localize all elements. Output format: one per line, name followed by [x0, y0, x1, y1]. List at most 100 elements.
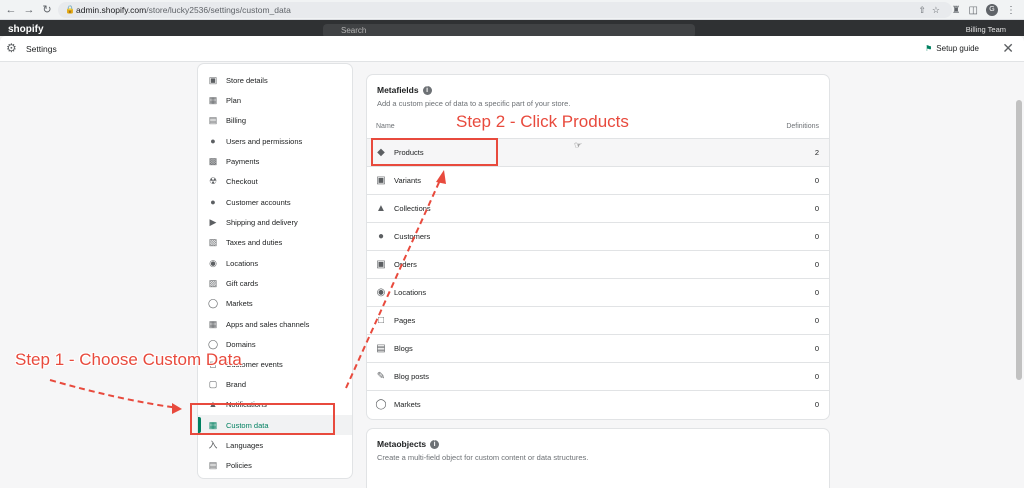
- lock-icon: 🔒: [65, 5, 75, 14]
- sidebar-item-label: Users and permissions: [226, 136, 303, 146]
- metafield-row-collections[interactable]: ▲ Collections 0: [367, 194, 829, 222]
- shopify-topbar: shopify Search Billing Team: [0, 20, 1024, 36]
- menu-dots-icon[interactable]: ⋮: [1006, 5, 1016, 16]
- info-icon[interactable]: i: [422, 86, 432, 96]
- blog-icon: ▤: [376, 342, 386, 354]
- extension-icons: ♜ ◫ G ⋮: [952, 3, 1016, 17]
- sidebar-item-label: Checkout: [226, 176, 258, 186]
- url-path: /store/lucky2536/settings/custom_data: [146, 5, 291, 15]
- metafield-row-customers[interactable]: ● Customers 0: [367, 222, 829, 250]
- orders-icon: ▣: [376, 258, 386, 270]
- metafield-row-variants[interactable]: ▣ Variants 0: [367, 166, 829, 194]
- gear-icon: ⚙: [6, 41, 17, 55]
- metafields-title-text: Metafields: [377, 85, 419, 95]
- user-icon: ●: [210, 136, 216, 146]
- search-input[interactable]: Search: [323, 24, 695, 36]
- sidebar-item-label: Gift cards: [226, 278, 259, 288]
- sidebar-icon[interactable]: ◫: [969, 5, 978, 16]
- location-icon: ◉: [209, 258, 217, 268]
- hand-cursor-icon: ☞: [574, 140, 583, 150]
- sidebar-item-plan[interactable]: ▦ Plan: [198, 90, 352, 110]
- address-bar[interactable]: 🔒 admin.shopify.com/store/lucky2536/sett…: [58, 2, 952, 18]
- page-title: Settings: [26, 44, 57, 54]
- custom-data-highlight-box: [190, 403, 335, 435]
- metaobjects-card: Metaobjects i Create a multi-field object…: [367, 429, 829, 488]
- row-count: 2: [814, 148, 819, 157]
- sidebar-item-billing[interactable]: ▤ Billing: [198, 110, 352, 130]
- metafield-row-pages[interactable]: □ Pages 0: [367, 306, 829, 334]
- sidebar-item-gift-cards[interactable]: ▨ Gift cards: [198, 273, 352, 293]
- sidebar-item-label: Policies: [226, 460, 252, 470]
- sidebar-item-label: Brand: [226, 379, 247, 389]
- row-label: Markets: [394, 400, 421, 409]
- sidebar-item-shipping[interactable]: ▶ Shipping and delivery: [198, 212, 352, 232]
- column-header-definitions: Definitions: [786, 123, 819, 130]
- row-label: Blog posts: [394, 372, 430, 381]
- sidebar-item-checkout[interactable]: ☢ Checkout: [198, 171, 352, 191]
- forward-arrow-icon[interactable]: →: [22, 3, 36, 17]
- row-label: Orders: [394, 260, 417, 269]
- customer-icon: ●: [210, 197, 216, 207]
- profile-avatar[interactable]: G: [986, 4, 998, 16]
- user-name[interactable]: Billing Team: [966, 25, 1006, 34]
- sidebar-item-store-details[interactable]: ▣ Store details: [198, 70, 352, 90]
- metafield-row-blog-posts[interactable]: ✎ Blog posts 0: [367, 362, 829, 390]
- sidebar-item-languages[interactable]: 入 Languages: [198, 435, 352, 455]
- sidebar-item-brand[interactable]: ▢ Brand: [198, 374, 352, 394]
- row-label: Variants: [394, 176, 421, 185]
- products-highlight-box: [371, 138, 498, 166]
- metafield-row-orders[interactable]: ▣ Orders 0: [367, 250, 829, 278]
- location-icon: ◉: [376, 286, 386, 298]
- setup-guide-button[interactable]: ⚑ Setup guide: [925, 44, 979, 53]
- settings-header: ⚙ Settings ⚑ Setup guide ✕: [0, 36, 1024, 62]
- metafields-title: Metafields i: [377, 85, 432, 96]
- step1-label: Step 1 - Choose Custom Data: [15, 350, 242, 369]
- sidebar-item-payments[interactable]: ▩ Payments: [198, 151, 352, 171]
- brand-icon: ▢: [208, 379, 218, 389]
- close-icon[interactable]: ✕: [1002, 40, 1014, 57]
- sidebar-item-users[interactable]: ● Users and permissions: [198, 131, 352, 151]
- row-count: 0: [814, 232, 819, 241]
- sidebar-item-label: Billing: [226, 115, 247, 125]
- sidebar-item-taxes[interactable]: ▧ Taxes and duties: [198, 232, 352, 252]
- sidebar-item-label: Markets: [226, 298, 253, 308]
- row-count: 0: [814, 316, 819, 325]
- metafield-row-locations[interactable]: ◉ Locations 0: [367, 278, 829, 306]
- reload-icon[interactable]: ↻: [40, 3, 54, 17]
- sidebar-item-policies[interactable]: ▤ Policies: [198, 455, 352, 475]
- flag-icon: ⚑: [925, 44, 933, 53]
- metaobjects-subtitle: Create a multi-field object for custom c…: [377, 453, 589, 462]
- step2-label: Step 2 - Click Products: [456, 112, 629, 131]
- row-count: 0: [814, 176, 819, 185]
- sidebar-item-label: Payments: [226, 156, 260, 166]
- variants-icon: ▣: [376, 174, 386, 186]
- share-star-icons[interactable]: ⇧☆: [918, 2, 946, 18]
- scrollbar[interactable]: [1016, 100, 1022, 380]
- row-count: 0: [814, 260, 819, 269]
- sidebar-item-locations[interactable]: ◉ Locations: [198, 253, 352, 273]
- extensions-icon[interactable]: ♜: [952, 5, 961, 16]
- billing-icon: ▤: [208, 115, 218, 125]
- collections-icon: ▲: [376, 202, 386, 214]
- page-icon: □: [377, 314, 385, 326]
- payments-icon: ▩: [208, 156, 218, 166]
- info-icon[interactable]: i: [430, 440, 440, 450]
- sidebar-item-apps[interactable]: ▦ Apps and sales channels: [198, 314, 352, 334]
- truck-icon: ▶: [209, 217, 217, 227]
- metafield-row-markets[interactable]: ◯ Markets 0: [367, 390, 829, 418]
- metafield-row-blogs[interactable]: ▤ Blogs 0: [367, 334, 829, 362]
- url-host: admin.shopify.com: [76, 5, 147, 15]
- row-label: Blogs: [394, 344, 413, 353]
- metaobjects-title: Metaobjects i: [377, 439, 440, 450]
- globe-icon: ◯: [208, 298, 219, 308]
- globe-icon: ◯: [375, 398, 387, 410]
- pencil-icon: ✎: [376, 370, 386, 382]
- languages-icon: 入: [208, 440, 218, 450]
- back-arrow-icon[interactable]: ←: [4, 3, 18, 17]
- row-count: 0: [814, 288, 819, 297]
- sidebar-item-markets[interactable]: ◯ Markets: [198, 293, 352, 313]
- sidebar-item-label: Languages: [226, 440, 264, 450]
- metafields-subtitle: Add a custom piece of data to a specific…: [377, 99, 571, 108]
- row-count: 0: [814, 204, 819, 213]
- sidebar-item-customer-accounts[interactable]: ● Customer accounts: [198, 192, 352, 212]
